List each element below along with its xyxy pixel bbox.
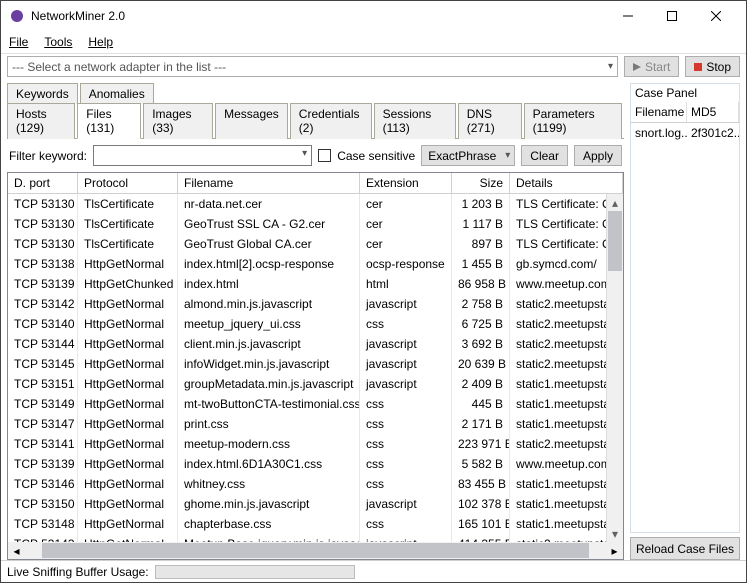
tab-hosts[interactable]: Hosts (129) bbox=[7, 103, 75, 139]
table-row[interactable]: TCP 53150HttpGetNormalghome.min.js.javas… bbox=[8, 494, 623, 514]
case-panel: Case Panel FilenameMD5 snort.log....2f30… bbox=[630, 83, 740, 533]
adapter-placeholder: --- Select a network adapter in the list… bbox=[12, 60, 226, 74]
tabs-row-2: Hosts (129)Files (131)Images (33)Message… bbox=[7, 103, 624, 139]
menu-tools[interactable]: Tools bbox=[44, 35, 72, 49]
scroll-down-arrow[interactable]: ▾ bbox=[607, 525, 623, 542]
case-panel-header: FilenameMD5 bbox=[631, 102, 739, 123]
tab-messages[interactable]: Messages bbox=[215, 103, 288, 139]
table-row[interactable]: TCP 53145HttpGetNormalinfoWidget.min.js.… bbox=[8, 354, 623, 374]
table-row[interactable]: TCP 53130TlsCertificateGeoTrust Global C… bbox=[8, 234, 623, 254]
table-row[interactable]: TCP 53130TlsCertificatenr-data.net.cerce… bbox=[8, 194, 623, 214]
scroll-right-arrow[interactable]: ▸ bbox=[606, 544, 623, 558]
tab-sessions[interactable]: Sessions (113) bbox=[374, 103, 456, 139]
table-row[interactable]: TCP 53144HttpGetNormalclient.min.js.java… bbox=[8, 334, 623, 354]
tab-files[interactable]: Files (131) bbox=[77, 103, 141, 139]
maximize-button[interactable] bbox=[650, 1, 694, 31]
column-header[interactable]: D. port bbox=[8, 173, 78, 193]
column-header[interactable]: Details bbox=[510, 173, 623, 193]
table-row[interactable]: TCP 53139HttpGetNormalindex.html.6D1A30C… bbox=[8, 454, 623, 474]
grid-header: D. portProtocolFilenameExtensionSizeDeta… bbox=[8, 173, 623, 194]
tab-dns[interactable]: DNS (271) bbox=[458, 103, 522, 139]
table-row[interactable]: TCP 53151HttpGetNormalgroupMetadata.min.… bbox=[8, 374, 623, 394]
table-row[interactable]: TCP 53147HttpGetNormalprint.csscss2 171 … bbox=[8, 414, 623, 434]
table-row[interactable]: TCP 53149HttpGetNormalmt-twoButtonCTA-te… bbox=[8, 394, 623, 414]
clear-button[interactable]: Clear bbox=[521, 145, 568, 166]
table-row[interactable]: TCP 53139HttpGetChunkedindex.htmlhtml86 … bbox=[8, 274, 623, 294]
table-row[interactable]: TCP 53142HttpGetNormalalmond.min.js.java… bbox=[8, 294, 623, 314]
adapter-select[interactable]: --- Select a network adapter in the list… bbox=[7, 56, 618, 77]
toolbar: --- Select a network adapter in the list… bbox=[1, 53, 746, 79]
case-column-header[interactable]: MD5 bbox=[687, 102, 739, 122]
filter-mode-select[interactable]: ExactPhrase ▾ bbox=[421, 145, 515, 166]
reload-case-files-button[interactable]: Reload Case Files bbox=[630, 537, 740, 560]
app-icon bbox=[9, 8, 25, 24]
menubar: File Tools Help bbox=[1, 31, 746, 53]
tab-anomalies[interactable]: Anomalies bbox=[80, 83, 154, 104]
table-row[interactable]: TCP 53143HttpGetNormalMeetup.Base.jquery… bbox=[8, 534, 623, 542]
filter-label: Filter keyword: bbox=[9, 149, 87, 163]
table-row[interactable]: TCP 53146HttpGetNormalwhitney.csscss83 4… bbox=[8, 474, 623, 494]
tab-keywords[interactable]: Keywords bbox=[7, 83, 78, 104]
filter-keyword-input[interactable]: ▾ bbox=[93, 145, 312, 166]
window-title: NetworkMiner 2.0 bbox=[31, 9, 606, 23]
close-button[interactable] bbox=[694, 1, 738, 31]
apply-button[interactable]: Apply bbox=[574, 145, 622, 166]
scroll-thumb-h[interactable] bbox=[42, 543, 589, 558]
titlebar: NetworkMiner 2.0 bbox=[1, 1, 746, 31]
tabs-row-1: KeywordsAnomalies bbox=[7, 83, 624, 103]
table-row[interactable]: TCP 53140HttpGetNormalmeetup_jquery_ui.c… bbox=[8, 314, 623, 334]
column-header[interactable]: Filename bbox=[178, 173, 360, 193]
column-header[interactable]: Extension bbox=[360, 173, 452, 193]
table-row[interactable]: TCP 53141HttpGetNormalmeetup-modern.cssc… bbox=[8, 434, 623, 454]
case-sensitive-label: Case sensitive bbox=[337, 149, 415, 163]
start-button[interactable]: Start bbox=[624, 56, 679, 77]
menu-help[interactable]: Help bbox=[88, 35, 113, 49]
tab-credentials[interactable]: Credentials (2) bbox=[290, 103, 372, 139]
files-grid: D. portProtocolFilenameExtensionSizeDeta… bbox=[7, 172, 624, 560]
vertical-scrollbar[interactable]: ▴ ▾ bbox=[606, 194, 623, 542]
case-panel-title: Case Panel bbox=[631, 84, 739, 102]
case-column-header[interactable]: Filename bbox=[631, 102, 687, 122]
minimize-button[interactable] bbox=[606, 1, 650, 31]
chevron-down-icon: ▾ bbox=[302, 148, 307, 159]
table-row[interactable]: TCP 53148HttpGetNormalchapterbase.csscss… bbox=[8, 514, 623, 534]
filter-bar: Filter keyword: ▾ Case sensitive ExactPh… bbox=[7, 139, 624, 172]
buffer-usage-progress bbox=[155, 565, 355, 579]
scroll-left-arrow[interactable]: ◂ bbox=[8, 544, 25, 558]
table-row[interactable]: TCP 53130TlsCertificateGeoTrust SSL CA -… bbox=[8, 214, 623, 234]
menu-file[interactable]: File bbox=[9, 35, 28, 49]
stop-button[interactable]: Stop bbox=[685, 56, 740, 77]
horizontal-scrollbar[interactable]: ◂ ▸ bbox=[8, 542, 623, 559]
buffer-usage-label: Live Sniffing Buffer Usage: bbox=[7, 565, 149, 579]
column-header[interactable]: Size bbox=[452, 173, 510, 193]
chevron-down-icon: ▾ bbox=[608, 61, 613, 72]
grid-body: TCP 53130TlsCertificatenr-data.net.cerce… bbox=[8, 194, 623, 542]
table-row[interactable]: TCP 53138HttpGetNormalindex.html[2].ocsp… bbox=[8, 254, 623, 274]
scroll-up-arrow[interactable]: ▴ bbox=[607, 194, 623, 211]
column-header[interactable]: Protocol bbox=[78, 173, 178, 193]
tab-parameters[interactable]: Parameters (1199) bbox=[524, 103, 622, 139]
statusbar: Live Sniffing Buffer Usage: bbox=[1, 560, 746, 582]
scroll-thumb[interactable] bbox=[608, 211, 622, 271]
chevron-down-icon: ▾ bbox=[505, 150, 510, 161]
case-sensitive-checkbox[interactable] bbox=[318, 149, 331, 162]
tab-images[interactable]: Images (33) bbox=[143, 103, 213, 139]
case-row[interactable]: snort.log....2f301c2... bbox=[631, 123, 739, 143]
case-panel-body: snort.log....2f301c2... bbox=[631, 123, 739, 143]
